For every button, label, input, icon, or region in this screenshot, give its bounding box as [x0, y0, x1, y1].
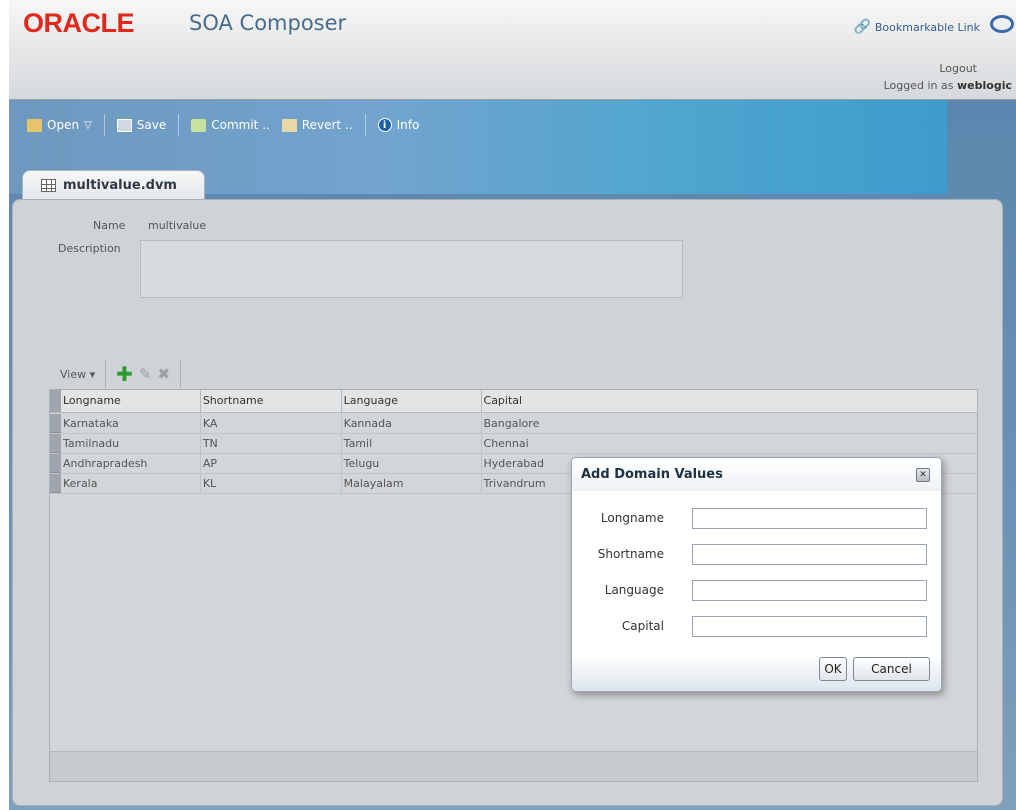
cell-capital: Bangalore: [483, 417, 540, 430]
cell-shortname: KA: [201, 414, 342, 433]
shortname-input[interactable]: [692, 543, 927, 565]
name-label: Name: [93, 219, 126, 232]
row-selector[interactable]: [50, 454, 61, 473]
column-header-language[interactable]: Language: [342, 390, 482, 412]
description-label: Description: [58, 242, 121, 255]
shortname-label: Shortname: [597, 547, 664, 561]
add-row-icon[interactable]: ✚: [116, 364, 133, 384]
info-button[interactable]: i Info: [372, 115, 426, 135]
cell-longname: Kerala: [61, 474, 201, 493]
row-selector[interactable]: [50, 414, 61, 433]
capital-label: Capital: [621, 619, 664, 633]
capital-input[interactable]: [692, 615, 927, 637]
link-icon: 🔗: [853, 19, 871, 35]
grid-toolbar: View ▾ ✚ ✎ ✖: [60, 360, 185, 388]
longname-row: Longname: [572, 507, 941, 529]
cell-language: Kannada: [342, 414, 482, 433]
info-icon: i: [377, 118, 392, 132]
column-header-shortname[interactable]: Shortname: [201, 390, 342, 412]
oracle-logo: ORACLE: [23, 8, 135, 38]
cell-language: Tamil: [342, 434, 482, 453]
oracle-ring-icon: [990, 15, 1014, 33]
commit-icon: [191, 118, 207, 132]
save-icon: [116, 118, 132, 132]
chevron-down-icon: ▾: [89, 367, 96, 381]
toolbar-separator: [103, 114, 105, 136]
revert-label: Revert ..: [301, 118, 353, 132]
save-button[interactable]: Save: [111, 115, 172, 135]
delete-row-icon[interactable]: ✖: [157, 365, 170, 383]
language-label: Language: [604, 583, 664, 597]
toolbar-separator: [364, 114, 366, 136]
longname-label: Longname: [600, 511, 664, 525]
cell-shortname: KL: [201, 474, 342, 493]
save-label: Save: [136, 118, 167, 132]
row-selector[interactable]: [50, 434, 61, 453]
app-header: ORACLE SOA Composer 🔗 Bookmarkable Link …: [9, 0, 1016, 100]
logged-in-status: Logged in as weblogic: [884, 79, 1012, 92]
toolbar-separator: [180, 360, 182, 388]
name-value: multivalue: [148, 219, 207, 232]
cell-language: Malayalam: [342, 474, 482, 493]
add-domain-values-dialog: Add Domain Values ✕ Longname Shortname L…: [571, 457, 942, 692]
bookmarkable-link-label: Bookmarkable Link: [874, 20, 980, 34]
chevron-down-icon[interactable]: ▽: [84, 120, 92, 131]
revert-icon: [281, 118, 297, 132]
longname-input[interactable]: [692, 507, 927, 529]
cancel-button[interactable]: Cancel: [853, 657, 930, 681]
row-selector[interactable]: [50, 474, 61, 493]
cell-shortname: TN: [201, 434, 342, 453]
commit-label: Commit ..: [211, 118, 270, 132]
toolbar-separator: [105, 360, 107, 388]
workspace: Open ▽ Save Commit .. Revert .. i Info m…: [9, 100, 1016, 810]
row-selector-header: [50, 390, 61, 412]
table-row[interactable]: Tamilnadu TN Tamil Chennai: [50, 434, 977, 454]
tab-label: multivalue.dvm: [63, 178, 177, 193]
toolbar-separator: [178, 114, 180, 136]
tab-multivalue-dvm[interactable]: multivalue.dvm: [22, 170, 205, 200]
column-header-longname[interactable]: Longname: [61, 390, 201, 412]
description-field[interactable]: [140, 240, 683, 298]
table-header: Longname Shortname Language Capital: [50, 390, 977, 413]
view-menu[interactable]: View ▾: [60, 368, 95, 381]
cell-capital: Chennai: [483, 437, 529, 450]
capital-row: Capital: [572, 615, 941, 637]
dialog-title: Add Domain Values: [581, 467, 723, 482]
logged-in-prefix: Logged in as: [883, 79, 954, 92]
table-icon: [41, 179, 56, 192]
info-label: Info: [396, 118, 420, 132]
dialog-header: Add Domain Values ✕: [572, 458, 941, 491]
cell-longname: Andhrapradesh: [61, 454, 201, 473]
shortname-row: Shortname: [572, 543, 941, 565]
language-input[interactable]: [692, 579, 927, 601]
folder-icon: [27, 118, 42, 132]
bookmarkable-link[interactable]: 🔗 Bookmarkable Link: [853, 19, 980, 35]
revert-button[interactable]: Revert ..: [276, 115, 359, 135]
logout-link[interactable]: Logout: [939, 62, 977, 75]
column-header-capital[interactable]: Capital: [482, 390, 977, 412]
edit-row-icon[interactable]: ✎: [139, 365, 152, 383]
app-title: SOA Composer: [189, 11, 347, 35]
language-row: Language: [572, 579, 941, 601]
cell-longname: Tamilnadu: [61, 434, 201, 453]
cell-language: Telugu: [342, 454, 482, 473]
close-icon[interactable]: ✕: [916, 467, 930, 482]
commit-button[interactable]: Commit ..: [185, 115, 276, 135]
ok-button[interactable]: OK: [819, 657, 847, 681]
cell-shortname: AP: [201, 454, 342, 473]
table-row[interactable]: Karnataka KA Kannada Bangalore: [50, 414, 977, 434]
table-footer: [50, 751, 977, 781]
cell-longname: Karnataka: [61, 414, 201, 433]
open-label: Open: [47, 118, 80, 132]
open-button[interactable]: Open ▽: [21, 115, 98, 135]
main-toolbar: Open ▽ Save Commit .. Revert .. i Info: [21, 114, 425, 136]
view-menu-label: View: [60, 367, 87, 381]
logged-in-username: weblogic: [957, 79, 1012, 92]
